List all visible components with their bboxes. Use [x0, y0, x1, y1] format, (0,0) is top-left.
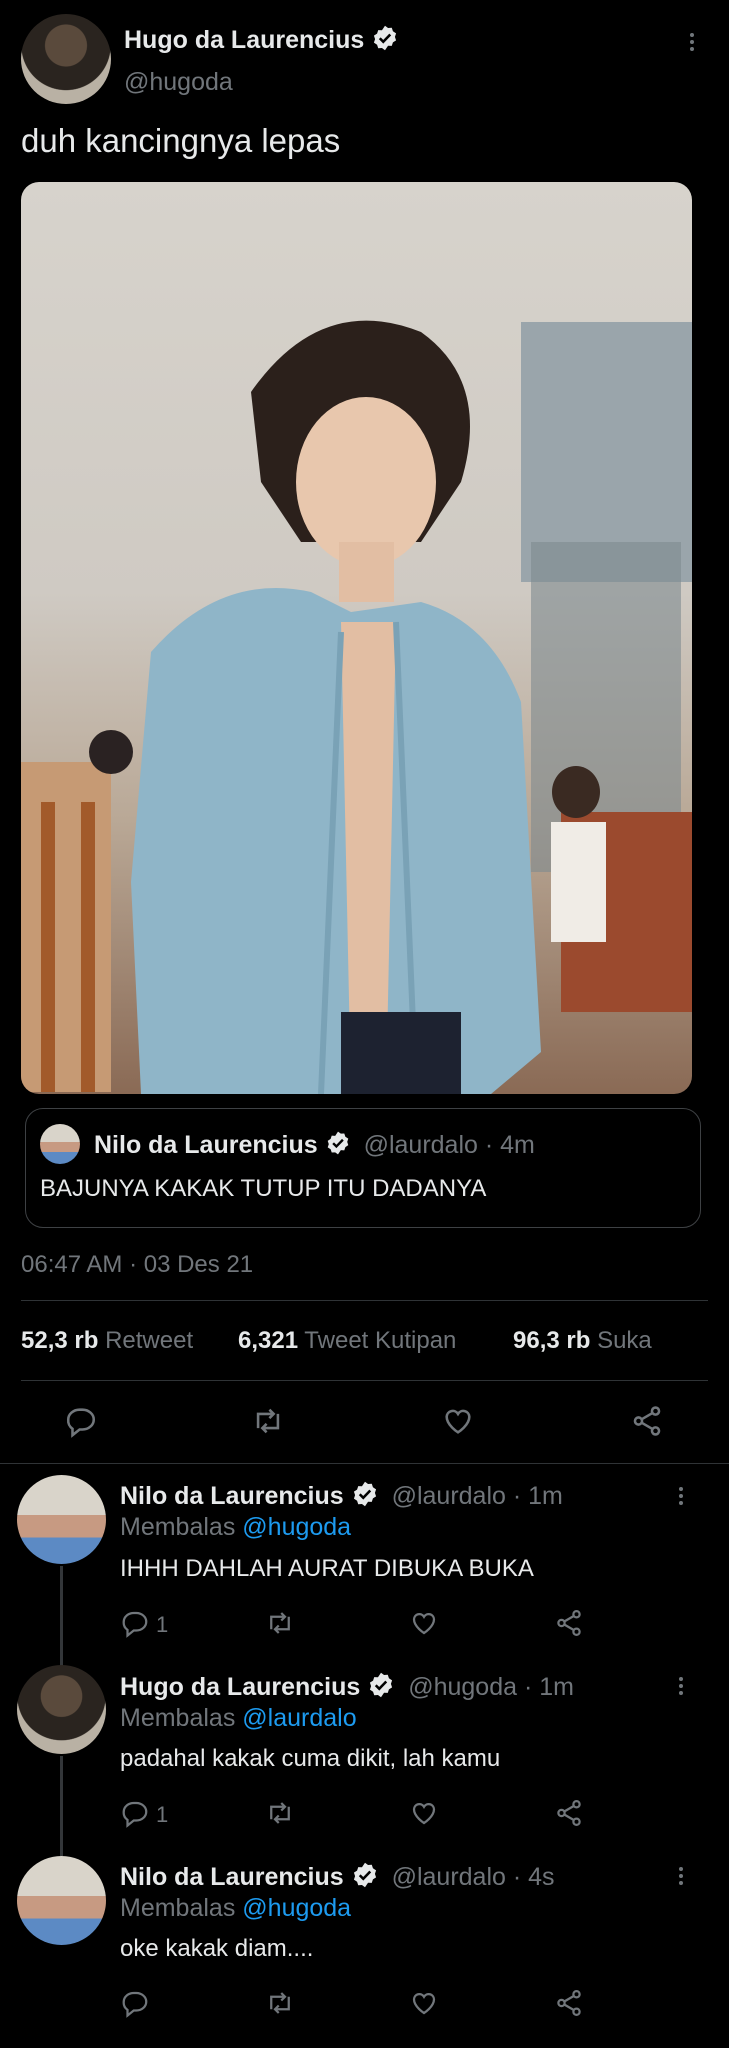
tweet-text: duh kancingnya lepas	[21, 122, 341, 159]
quoted-tweet[interactable]	[25, 1108, 701, 1228]
retweet-icon[interactable]	[264, 1988, 296, 2018]
verified-badge-icon	[367, 1671, 395, 1706]
like-icon[interactable]	[409, 1798, 439, 1828]
photo-illustration	[21, 320, 692, 1094]
replying-to-link[interactable]: @hugoda	[242, 1894, 351, 1922]
author-name-row[interactable]: Hugo da Laurencius	[124, 24, 399, 59]
share-icon[interactable]	[554, 1608, 584, 1638]
replying-to: Membalas @hugoda	[120, 1513, 352, 1541]
reply-text: IHHH DAHLAH AURAT DIBUKA BUKA	[120, 1555, 534, 1582]
retweet-icon[interactable]	[264, 1608, 296, 1638]
replying-to: Membalas @laurdalo	[120, 1704, 357, 1732]
reply-header[interactable]: Nilo da Laurencius @laurdalo · 4s	[120, 1861, 555, 1896]
reply-avatar[interactable]	[17, 1475, 106, 1564]
reply-icon[interactable]	[120, 1988, 150, 2018]
tweet-timestamp: 06:47 AM · 03 Des 21	[21, 1251, 254, 1278]
author-avatar[interactable]	[21, 14, 111, 104]
divider	[21, 1380, 708, 1381]
reply-text: padahal kakak cuma dikit, lah kamu	[120, 1745, 501, 1772]
share-icon[interactable]	[554, 1798, 584, 1828]
reply-count: 1	[156, 1802, 169, 1827]
reply-meta: @laurdalo · 4s	[391, 1863, 555, 1892]
reply-header[interactable]: Nilo da Laurencius @laurdalo · 1m	[120, 1480, 563, 1515]
verified-badge-icon	[351, 1480, 379, 1515]
thread-line	[60, 1566, 63, 1666]
quoted-author-row: Nilo da Laurencius @laurdalo · 4m	[94, 1130, 535, 1163]
verified-badge-icon	[351, 1861, 379, 1896]
more-options-icon[interactable]	[686, 30, 698, 54]
divider	[0, 1463, 729, 1464]
author-handle[interactable]: @hugoda	[124, 68, 233, 97]
reply-avatar[interactable]	[17, 1856, 106, 1945]
like-icon[interactable]	[409, 1608, 439, 1638]
reply-icon[interactable]	[64, 1404, 98, 1438]
reply-text: oke kakak diam....	[120, 1935, 314, 1962]
reply-header[interactable]: Hugo da Laurencius @hugoda · 1m	[120, 1671, 574, 1706]
author-name: Hugo da Laurencius	[124, 26, 365, 55]
replying-to-link[interactable]: @hugoda	[242, 1513, 351, 1541]
reply-avatar[interactable]	[17, 1665, 106, 1754]
divider	[21, 1300, 708, 1301]
reply-meta: @hugoda · 1m	[408, 1673, 574, 1702]
quoted-author-name: Nilo da Laurencius	[94, 1131, 318, 1160]
reply-author-name: Nilo da Laurencius	[120, 1482, 344, 1511]
tweet-photo[interactable]	[21, 182, 692, 1094]
quoted-author-avatar	[40, 1124, 80, 1164]
verified-badge-icon	[371, 24, 399, 59]
retweet-icon[interactable]	[264, 1798, 296, 1828]
replying-to-link[interactable]: @laurdalo	[242, 1704, 356, 1732]
reply-count: 1	[156, 1612, 169, 1637]
share-icon[interactable]	[554, 1988, 584, 2018]
stat-likes[interactable]: 96,3 rb Suka	[513, 1327, 652, 1355]
quoted-text: BAJUNYA KAKAK TUTUP ITU DADANYA	[40, 1175, 487, 1202]
replying-to: Membalas @hugoda	[120, 1894, 352, 1922]
reply-icon[interactable]	[120, 1608, 150, 1638]
more-options-icon[interactable]	[675, 1484, 687, 1508]
stat-quote-tweets[interactable]: 6,321 Tweet Kutipan	[238, 1327, 456, 1355]
reply-author-name: Nilo da Laurencius	[120, 1863, 344, 1892]
thread-line	[60, 1756, 63, 1856]
stat-retweets[interactable]: 52,3 rb Retweet	[21, 1327, 193, 1355]
more-options-icon[interactable]	[675, 1864, 687, 1888]
reply-author-name: Hugo da Laurencius	[120, 1673, 361, 1702]
reply-icon[interactable]	[120, 1798, 150, 1828]
like-icon[interactable]	[409, 1988, 439, 2018]
like-icon[interactable]	[441, 1404, 475, 1438]
reply-meta: @laurdalo · 1m	[391, 1482, 563, 1511]
more-options-icon[interactable]	[675, 1674, 687, 1698]
retweet-icon[interactable]	[250, 1404, 286, 1438]
quoted-meta: @laurdalo · 4m	[363, 1131, 535, 1160]
share-icon[interactable]	[630, 1404, 664, 1438]
verified-badge-icon	[325, 1130, 351, 1163]
